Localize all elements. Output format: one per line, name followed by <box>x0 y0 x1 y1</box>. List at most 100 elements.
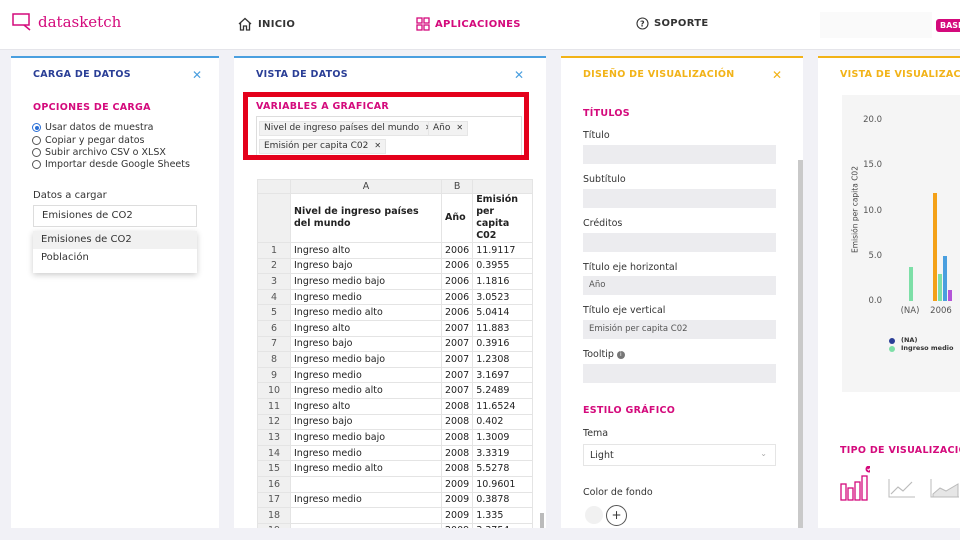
table-cell[interactable]: Ingreso medio <box>290 366 442 384</box>
radio-option-muestra[interactable]: Usar datos de muestra <box>32 122 153 133</box>
row-number[interactable]: 8 <box>257 351 291 368</box>
column-letter[interactable] <box>472 179 534 194</box>
table-cell[interactable]: Ingreso bajo <box>290 335 442 353</box>
row-number[interactable]: 14 <box>257 444 291 462</box>
row-number[interactable]: 6 <box>257 319 291 337</box>
table-cell[interactable] <box>290 522 442 528</box>
table-cell[interactable]: 2007 <box>440 382 474 399</box>
bar[interactable] <box>938 273 942 301</box>
table-cell[interactable]: Ingreso medio alto <box>290 460 442 477</box>
dropdown-option[interactable]: Población <box>33 249 197 267</box>
table-cell[interactable]: 2008 <box>440 444 474 462</box>
table-cell[interactable]: 2007 <box>440 366 474 384</box>
datos-select[interactable]: Emisiones de CO2 <box>33 205 197 227</box>
table-cell[interactable]: Ingreso medio <box>290 288 442 306</box>
table-cell[interactable]: 3.1697 <box>472 366 534 384</box>
titulo-input[interactable] <box>583 145 776 164</box>
table-cell[interactable]: 2006 <box>440 288 474 306</box>
table-cell[interactable]: Ingreso medio bajo <box>290 429 442 446</box>
table-scrollbar[interactable] <box>540 513 544 528</box>
table-cell[interactable]: Ingreso alto <box>290 319 442 337</box>
column-letter[interactable]: B <box>440 179 474 194</box>
tooltip-input[interactable] <box>583 364 776 383</box>
row-number[interactable]: 12 <box>257 413 291 431</box>
tema-select[interactable]: Light ⌄ <box>583 444 776 466</box>
table-cell[interactable]: 1.2308 <box>472 351 534 368</box>
table-cell[interactable]: 2009 <box>440 475 474 493</box>
table-cell[interactable]: 2009 <box>440 491 474 509</box>
row-number[interactable]: 5 <box>257 304 291 321</box>
table-cell[interactable]: 2007 <box>440 319 474 337</box>
table-cell[interactable]: 5.0414 <box>472 304 534 321</box>
table-cell[interactable]: 0.3916 <box>472 335 534 353</box>
table-cell[interactable]: 1.1816 <box>472 273 534 290</box>
row-number[interactable]: 9 <box>257 366 291 384</box>
table-cell[interactable]: 2009 <box>440 522 474 528</box>
table-cell[interactable]: 5.5278 <box>472 460 534 477</box>
header-cell[interactable]: Nivel de ingreso países del mundo <box>290 193 442 243</box>
diseno-scrollbar[interactable] <box>798 160 803 528</box>
row-number[interactable]: 16 <box>257 475 291 493</box>
table-cell[interactable]: Ingreso medio bajo <box>290 351 442 368</box>
area-chart-type-icon[interactable] <box>930 478 960 501</box>
table-cell[interactable]: Ingreso bajo <box>290 257 442 275</box>
table-cell[interactable]: Ingreso medio <box>290 444 442 462</box>
eje-v-input[interactable]: Emisión per capita C02 <box>583 320 776 339</box>
table-cell[interactable]: 3.3319 <box>472 444 534 462</box>
table-cell[interactable]: 2008 <box>440 460 474 477</box>
table-cell[interactable]: Ingreso bajo <box>290 413 442 431</box>
top-search-area[interactable] <box>820 12 932 38</box>
row-number[interactable]: 15 <box>257 460 291 477</box>
close-icon[interactable]: ✕ <box>514 68 524 82</box>
row-number[interactable]: 7 <box>257 335 291 353</box>
row-number[interactable]: 11 <box>257 397 291 415</box>
row-number[interactable]: 3 <box>257 273 291 290</box>
table-cell[interactable]: 1.335 <box>472 507 534 524</box>
color-swatch[interactable] <box>585 506 603 524</box>
bar[interactable] <box>943 255 947 301</box>
table-cell[interactable]: Ingreso medio alto <box>290 382 442 399</box>
row-number[interactable]: 1 <box>257 242 291 259</box>
row-number[interactable]: 17 <box>257 491 291 509</box>
table-cell[interactable]: Ingreso alto <box>290 242 442 259</box>
table-cell[interactable]: 3.3754 <box>472 522 534 528</box>
table-cell[interactable]: 2009 <box>440 507 474 524</box>
table-cell[interactable]: 2006 <box>440 304 474 321</box>
radio-option-subir[interactable]: Subir archivo CSV o XLSX <box>32 147 166 158</box>
column-letter[interactable]: A <box>290 179 442 194</box>
table-cell[interactable]: Ingreso medio alto <box>290 304 442 321</box>
close-icon[interactable]: ✕ <box>192 68 202 82</box>
table-cell[interactable]: 11.6524 <box>472 397 534 415</box>
table-cell[interactable]: Ingreso medio bajo <box>290 273 442 290</box>
table-cell[interactable]: 2008 <box>440 413 474 431</box>
table-cell[interactable]: 3.0523 <box>472 288 534 306</box>
data-table[interactable]: A B Nivel de ingreso países del mundo Añ… <box>257 179 547 528</box>
table-cell[interactable]: 2006 <box>440 257 474 275</box>
table-cell[interactable]: 5.2489 <box>472 382 534 399</box>
radio-option-sheets[interactable]: Importar desde Google Sheets <box>32 159 190 170</box>
table-cell[interactable]: 2006 <box>440 273 474 290</box>
nav-soporte[interactable]: ? SOPORTE <box>636 17 709 30</box>
bar-chart-type-icon[interactable] <box>840 465 873 501</box>
table-cell[interactable]: 2007 <box>440 335 474 353</box>
table-cell[interactable]: 10.9601 <box>472 475 534 493</box>
table-cell[interactable]: 11.883 <box>472 319 534 337</box>
eje-h-input[interactable]: Año <box>583 276 776 295</box>
header-cell[interactable]: Año <box>440 193 474 243</box>
table-cell[interactable]: 11.9117 <box>472 242 534 259</box>
table-cell[interactable]: 0.3955 <box>472 257 534 275</box>
add-color-button[interactable]: + <box>606 505 627 526</box>
row-number[interactable]: 10 <box>257 382 291 399</box>
table-cell[interactable]: 2008 <box>440 429 474 446</box>
subtitulo-input[interactable] <box>583 189 776 208</box>
table-cell[interactable]: Ingreso alto <box>290 397 442 415</box>
bar[interactable] <box>948 290 952 301</box>
row-number[interactable]: 2 <box>257 257 291 275</box>
table-cell[interactable]: 0.3878 <box>472 491 534 509</box>
table-cell[interactable] <box>290 475 442 493</box>
table-cell[interactable] <box>290 507 442 524</box>
info-icon[interactable]: i <box>616 350 625 359</box>
bar[interactable] <box>933 193 937 301</box>
header-cell[interactable]: Emisión per capita C02 <box>472 193 534 243</box>
table-cell[interactable]: 1.3009 <box>472 429 534 446</box>
